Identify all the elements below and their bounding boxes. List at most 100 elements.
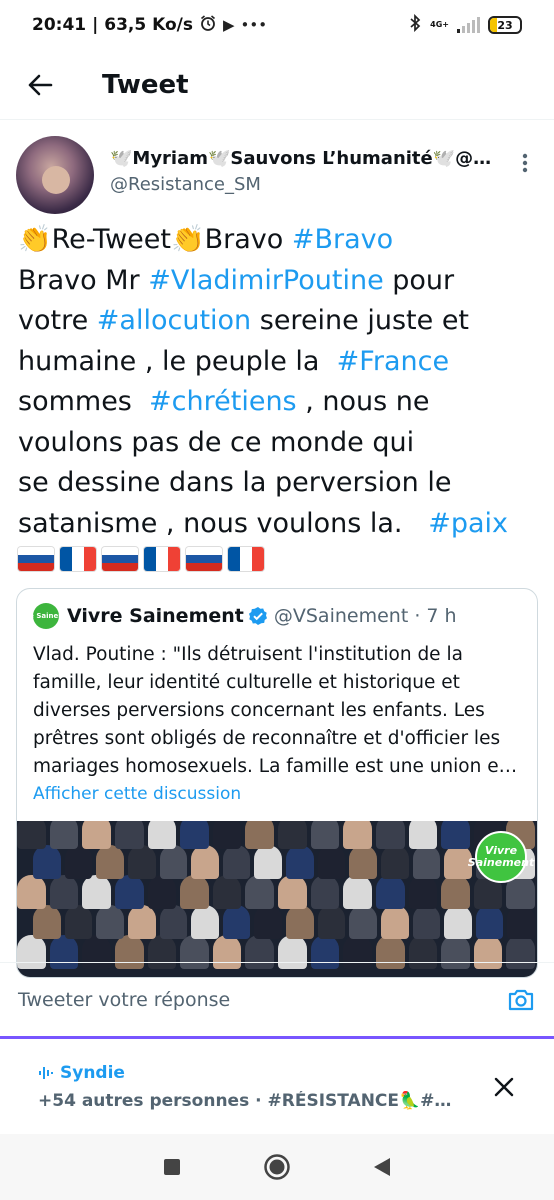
crowd-figure bbox=[245, 821, 274, 849]
tweet-text: 👏Re-Tweet👏Bravo #Bravo Bravo Mr #Vladimi… bbox=[18, 220, 540, 544]
crowd-figure bbox=[222, 845, 251, 879]
tweet-author: 🕊️Myriam🕊️Sauvons L’humanité🕊️@… @Resist… bbox=[16, 136, 538, 216]
signal-icon bbox=[457, 17, 480, 33]
hashtag-link[interactable]: #VladimirPoutine bbox=[148, 265, 383, 296]
crowd-figure bbox=[286, 845, 314, 879]
crowd-row bbox=[17, 845, 537, 879]
crowd-figure bbox=[159, 905, 188, 939]
back-nav-button[interactable] bbox=[362, 1147, 402, 1187]
status-speed: | 63,5 Ko/s bbox=[92, 15, 193, 35]
crowd-figure bbox=[17, 875, 46, 909]
back-button[interactable] bbox=[0, 50, 80, 120]
crowd-figure bbox=[114, 875, 144, 909]
more-notifications-icon: ••• bbox=[240, 16, 268, 34]
crowd-figure bbox=[278, 821, 307, 849]
crowd-figure bbox=[49, 875, 79, 909]
more-vertical-icon bbox=[522, 153, 528, 173]
reply-input[interactable]: Tweeter votre réponse bbox=[18, 989, 230, 1011]
crowd-figure bbox=[441, 821, 470, 849]
tweet-text-segment: Bravo Mr bbox=[18, 264, 140, 296]
avatar[interactable] bbox=[16, 136, 94, 214]
play-icon: ▶ bbox=[223, 16, 235, 34]
crowd-row bbox=[17, 905, 537, 939]
crowd-figure bbox=[82, 821, 111, 849]
crowd-row bbox=[17, 821, 537, 849]
spaces-bar[interactable]: Syndie +54 autres personnes · #RÉSISTANC… bbox=[0, 1036, 554, 1134]
alarm-icon bbox=[199, 14, 217, 36]
arrow-left-icon bbox=[28, 74, 53, 95]
crowd-figure bbox=[222, 905, 251, 939]
watermark-logo: Vivre Sainement bbox=[468, 831, 534, 883]
france-flag-icon bbox=[144, 547, 180, 571]
crowd-figure bbox=[286, 905, 314, 939]
reply-bar[interactable]: Tweeter votre réponse bbox=[0, 962, 554, 1036]
author-names[interactable]: 🕊️Myriam🕊️Sauvons L’humanité🕊️@… @Resist… bbox=[110, 148, 500, 195]
tweet-text-segment: 👏Re-Tweet👏Bravo bbox=[18, 224, 292, 255]
crowd-figure bbox=[96, 845, 124, 879]
crowd-figure bbox=[412, 845, 441, 879]
crowd-figure bbox=[191, 905, 219, 939]
tweet-text-segment: sommes bbox=[18, 386, 132, 417]
quoted-tweet[interactable]: Vivre Sainement Vivre Sainement @VSainem… bbox=[16, 588, 538, 978]
quoted-avatar: Vivre Sainement bbox=[17, 603, 79, 629]
quoted-handle-time: @VSainement · 7 h bbox=[273, 605, 457, 627]
quoted-image[interactable]: Vivre Sainement bbox=[17, 821, 537, 977]
crowd-figure bbox=[317, 905, 346, 939]
spaces-subtitle: +54 autres personnes · #RÉSISTANCE🦜#Tou… bbox=[38, 1091, 456, 1111]
triangle-back-icon bbox=[373, 1158, 390, 1176]
crowd-figure bbox=[408, 821, 438, 849]
quoted-display-name: Vivre Sainement bbox=[67, 605, 244, 627]
crowd-figure bbox=[245, 875, 274, 909]
crowd-figure bbox=[33, 905, 61, 939]
crowd-figure bbox=[349, 845, 377, 879]
crowd-figure bbox=[96, 905, 124, 939]
hashtag-link[interactable]: #chrétiens bbox=[149, 386, 297, 417]
crowd-figure bbox=[64, 845, 93, 879]
battery-level: 23 bbox=[497, 18, 513, 32]
crowd-row bbox=[17, 875, 537, 909]
crowd-figure bbox=[82, 875, 111, 909]
square-icon bbox=[164, 1159, 181, 1175]
close-icon bbox=[494, 1077, 514, 1097]
crowd-figure bbox=[349, 905, 377, 939]
circle-icon bbox=[264, 1154, 290, 1180]
system-nav-bar bbox=[0, 1134, 554, 1200]
audio-wave-icon bbox=[39, 1067, 53, 1079]
hashtag-link[interactable]: #paix bbox=[428, 508, 508, 539]
camera-icon bbox=[508, 989, 534, 1010]
show-thread-link[interactable]: Afficher cette discussion bbox=[33, 784, 241, 804]
user-handle: @Resistance_SM bbox=[110, 174, 261, 195]
quoted-tweet-text: Vlad. Poutine : "Ils détruisent l'instit… bbox=[33, 644, 518, 777]
crowd-figure bbox=[507, 905, 535, 939]
hashtag-link[interactable]: #Bravo bbox=[292, 224, 393, 255]
spaces-host: Syndie bbox=[38, 1063, 125, 1083]
crowd-figure bbox=[147, 821, 177, 849]
crowd-figure bbox=[444, 905, 472, 939]
crowd-figure bbox=[412, 905, 441, 939]
header: Tweet bbox=[0, 50, 554, 120]
crowd-figure bbox=[375, 821, 405, 849]
crowd-figure bbox=[33, 845, 61, 879]
crowd-figure bbox=[317, 845, 346, 879]
bluetooth-icon bbox=[408, 13, 422, 37]
crowd-figure bbox=[278, 875, 307, 909]
russia-flag-icon bbox=[102, 547, 138, 571]
hashtag-link[interactable]: #France bbox=[337, 346, 449, 377]
crowd-figure bbox=[180, 821, 209, 849]
recents-button[interactable] bbox=[152, 1147, 192, 1187]
crowd-figure bbox=[191, 845, 219, 879]
camera-button[interactable] bbox=[506, 985, 536, 1015]
crowd-figure bbox=[127, 845, 156, 879]
crowd-figure bbox=[180, 875, 209, 909]
france-flag-icon bbox=[60, 547, 96, 571]
crowd-figure bbox=[380, 905, 409, 939]
more-options-button[interactable] bbox=[512, 150, 538, 176]
watermark-line2: Sainement bbox=[467, 856, 535, 869]
crowd-figure bbox=[64, 905, 93, 939]
home-button[interactable] bbox=[257, 1147, 297, 1187]
hashtag-link[interactable]: #allocution bbox=[97, 305, 251, 336]
battery-icon: 23 bbox=[488, 16, 522, 34]
close-spaces-button[interactable] bbox=[490, 1073, 518, 1101]
crowd-figure bbox=[114, 821, 144, 849]
crowd-figure bbox=[343, 821, 372, 849]
